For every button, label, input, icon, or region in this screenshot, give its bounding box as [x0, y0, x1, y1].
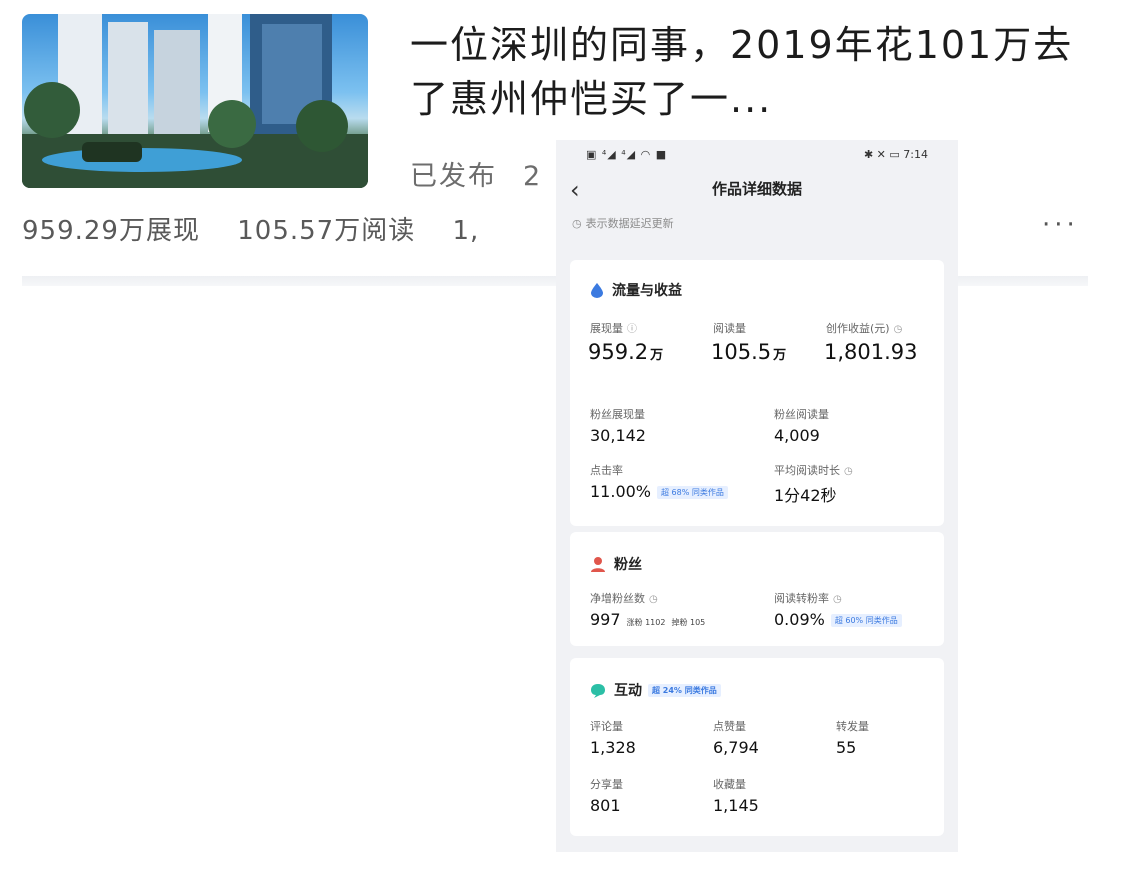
- net-fans-label: 净增粉丝数 ◷: [590, 592, 658, 605]
- fans-card: 粉丝 净增粉丝数 ◷ 997 涨粉 1102 掉粉 105 阅读转粉率 ◷ 0.09% 超…: [570, 532, 944, 646]
- conversion-label: 阅读转粉率 ◷: [774, 592, 842, 605]
- refresh-icon[interactable]: ◷: [833, 594, 842, 605]
- status-bar: ▣ ⁴◢ ⁴◢ ◠ ■ ✱ ✕ ▭ 7:14: [556, 140, 958, 168]
- interaction-card-header: 互动 超 24% 同类作品: [590, 680, 721, 700]
- refresh-icon[interactable]: ◷: [894, 324, 903, 335]
- article-title[interactable]: 一位深圳的同事，2019年花101万去了惠州仲恺买了一...: [410, 18, 1110, 126]
- more-options-icon[interactable]: ···: [1042, 210, 1079, 240]
- stat-third: 1,: [452, 216, 480, 246]
- signal-icons: ▣ ⁴◢ ⁴◢ ◠ ■: [586, 147, 668, 161]
- fan-reads-label: 粉丝阅读量: [774, 408, 829, 421]
- conversion-rank-tag: 超 60% 同类作品: [830, 614, 902, 627]
- likes-value: 6,794: [713, 738, 759, 757]
- nav-bar: ‹ 作品详细数据: [556, 168, 958, 208]
- battery-icons: ✱ ✕ ▭: [863, 147, 900, 161]
- stat-reads: 105.57万阅读: [237, 216, 416, 246]
- avg-time-value: 1分42秒: [774, 486, 837, 505]
- favorites-label: 收藏量: [713, 778, 746, 791]
- status-date-fragment: 2: [523, 161, 543, 192]
- shares-label: 分享量: [590, 778, 623, 791]
- impressions-label: 展现量 ⓘ: [590, 322, 637, 335]
- lost-fans: 掉粉 105: [671, 618, 706, 627]
- buildings-image: [22, 14, 368, 188]
- income-label: 创作收益(元) ◷: [826, 322, 903, 335]
- interaction-rank-tag: 超 24% 同类作品: [648, 683, 721, 697]
- clock-icon: ◷: [572, 216, 582, 230]
- article-stats: 959.29万展现 105.57万阅读 1,: [22, 210, 507, 247]
- delay-notice-text: 表示数据延迟更新: [585, 217, 674, 230]
- forwards-value: 55: [836, 738, 857, 757]
- stat-impressions: 959.29万展现: [22, 216, 200, 246]
- likes-label: 点赞量: [713, 720, 746, 733]
- net-fans-value: 997 涨粉 1102 掉粉 105: [590, 610, 706, 629]
- avg-time-label: 平均阅读时长 ◷: [774, 464, 853, 477]
- fan-impressions-value: 30,142: [590, 426, 646, 445]
- chat-bubble-icon: [591, 683, 605, 698]
- phone-screenshot: ▣ ⁴◢ ⁴◢ ◠ ■ ✱ ✕ ▭ 7:14 ‹ 作品详细数据 ◷ 表示数据延迟…: [556, 140, 958, 852]
- status-right: ✱ ✕ ▭ 7:14: [864, 148, 928, 161]
- ctr-rank-tag: 超 68% 同类作品: [657, 486, 728, 499]
- shares-value: 801: [590, 796, 621, 815]
- reads-label: 阅读量: [713, 322, 746, 335]
- conversion-value: 0.09% 超 60% 同类作品: [774, 610, 902, 629]
- traffic-card: 流量与收益 展现量 ⓘ 959.2 万 阅读量 105.5 万 创作收益(元) ◷ 1,…: [570, 260, 944, 526]
- back-arrow-icon[interactable]: ‹: [570, 176, 580, 204]
- fans-card-title: 粉丝: [614, 557, 642, 573]
- traffic-card-title: 流量与收益: [612, 283, 682, 299]
- ctr-value: 11.00% 超 68% 同类作品: [590, 482, 728, 501]
- info-icon[interactable]: ⓘ: [627, 324, 637, 335]
- clock-time: 7:14: [903, 147, 928, 161]
- interaction-card: 互动 超 24% 同类作品 评论量 1,328 点赞量 6,794 转发量 55…: [570, 658, 944, 836]
- reads-value: 105.5 万: [711, 340, 787, 364]
- ctr-label: 点击率: [590, 464, 623, 477]
- droplet-icon: [591, 283, 603, 298]
- impressions-value: 959.2 万: [588, 340, 664, 364]
- favorites-value: 1,145: [713, 796, 759, 815]
- page-title: 作品详细数据: [711, 179, 802, 198]
- comments-value: 1,328: [590, 738, 636, 757]
- fan-reads-value: 4,009: [774, 426, 820, 445]
- refresh-icon[interactable]: ◷: [649, 594, 658, 605]
- refresh-icon[interactable]: ◷: [844, 466, 853, 477]
- publish-status: 已发布 2: [410, 154, 542, 193]
- income-value: 1,801.93: [824, 340, 918, 364]
- gained-fans: 涨粉 1102: [626, 618, 666, 627]
- traffic-card-header: 流量与收益: [590, 280, 682, 300]
- interaction-card-title: 互动: [614, 683, 642, 699]
- fans-card-header: 粉丝: [590, 554, 642, 574]
- status-label: 已发布: [410, 161, 497, 192]
- article-thumbnail[interactable]: [22, 14, 368, 188]
- comments-label: 评论量: [590, 720, 623, 733]
- fan-impressions-label: 粉丝展现量: [590, 408, 645, 421]
- delay-notice: ◷ 表示数据延迟更新: [556, 208, 958, 238]
- person-icon: [591, 557, 605, 572]
- forwards-label: 转发量: [836, 720, 869, 733]
